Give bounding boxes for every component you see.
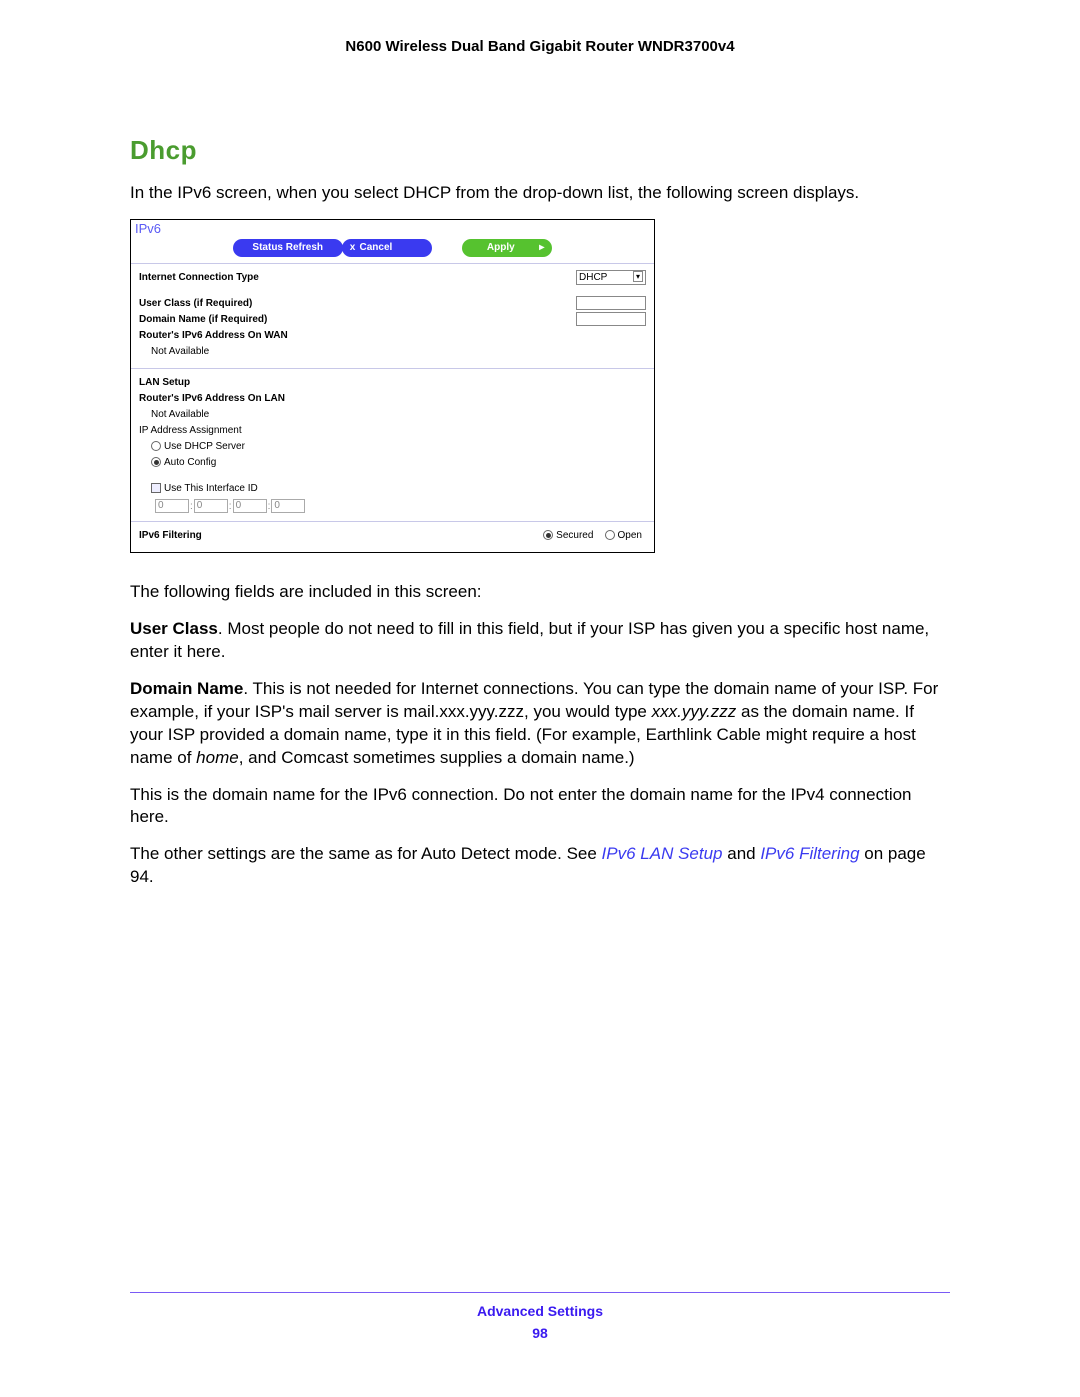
- interface-id-input-4[interactable]: 0: [271, 499, 305, 513]
- page-header-title: N600 Wireless Dual Band Gigabit Router W…: [130, 38, 950, 55]
- use-interface-id-checkbox[interactable]: [151, 483, 161, 493]
- ipv6-filtering-label: IPv6 Filtering: [139, 530, 202, 541]
- ipv6-screenshot: IPv6 Status Refresh xCancel Apply ▸ Inter…: [130, 219, 655, 553]
- section-title-dhcp: Dhcp: [130, 135, 950, 166]
- apply-button[interactable]: Apply ▸: [462, 239, 552, 257]
- auto-config-label: Auto Config: [164, 457, 216, 468]
- lan-section: LAN Setup Router's IPv6 Address On LAN N…: [131, 369, 654, 522]
- status-refresh-button[interactable]: Status Refresh: [233, 239, 343, 257]
- cancel-label: Cancel: [360, 242, 393, 253]
- page-footer: Advanced Settings 98: [130, 1292, 950, 1341]
- connection-type-label: Internet Connection Type: [139, 272, 259, 283]
- auto-config-radio[interactable]: [151, 457, 161, 467]
- intro-text: In the IPv6 screen, when you select DHCP…: [130, 182, 950, 205]
- domain-name-text-3: , and Comcast sometimes supplies a domai…: [239, 748, 635, 767]
- footer-section-title: Advanced Settings: [130, 1303, 950, 1319]
- interface-id-row: 0:0:0:0: [139, 499, 646, 513]
- filtering-section: IPv6 Filtering Secured Open: [131, 522, 654, 552]
- other-settings-paragraph: The other settings are the same as for A…: [130, 843, 950, 889]
- use-dhcp-server-radio[interactable]: [151, 441, 161, 451]
- ip-assignment-label: IP Address Assignment: [139, 423, 646, 439]
- connection-section: Internet Connection Type DHCP ▾ User Cla…: [131, 264, 654, 369]
- user-class-bold: User Class: [130, 619, 218, 638]
- link-ipv6-lan-setup[interactable]: IPv6 LAN Setup: [602, 844, 728, 863]
- wan-addr-value: Not Available: [139, 344, 646, 360]
- footer-page-number: 98: [130, 1325, 950, 1341]
- chevron-down-icon: ▾: [633, 271, 643, 282]
- user-class-text: . Most people do not need to fill in thi…: [130, 619, 929, 661]
- lan-addr-value: Not Available: [139, 407, 646, 423]
- link-ipv6-filtering[interactable]: IPv6 Filtering: [760, 844, 859, 863]
- open-label: Open: [618, 530, 642, 541]
- domain-name-italic-1: xxx.yyy.zzz: [652, 702, 737, 721]
- use-dhcp-server-label: Use DHCP Server: [164, 441, 245, 452]
- connection-type-value: DHCP: [579, 272, 607, 283]
- connection-type-select[interactable]: DHCP ▾: [576, 270, 646, 285]
- user-class-label: User Class (if Required): [139, 298, 252, 309]
- interface-id-input-2[interactable]: 0: [194, 499, 228, 513]
- panel-button-row: Status Refresh xCancel Apply ▸: [131, 237, 654, 264]
- close-icon: x: [346, 239, 360, 257]
- open-radio[interactable]: [605, 530, 615, 540]
- domain-name-paragraph: Domain Name. This is not needed for Inte…: [130, 678, 950, 770]
- apply-label: Apply: [487, 242, 515, 253]
- secured-label: Secured: [556, 530, 593, 541]
- domain-name-bold: Domain Name: [130, 679, 243, 698]
- fields-intro: The following fields are included in thi…: [130, 581, 950, 604]
- domain-name-input[interactable]: [576, 312, 646, 326]
- interface-id-input-1[interactable]: 0: [155, 499, 189, 513]
- lan-setup-title: LAN Setup: [139, 375, 646, 391]
- chevron-right-icon: ▸: [539, 239, 544, 257]
- interface-id-input-3[interactable]: 0: [233, 499, 267, 513]
- user-class-input[interactable]: [576, 296, 646, 310]
- ipv4-note: This is the domain name for the IPv6 con…: [130, 784, 950, 830]
- cancel-button[interactable]: xCancel: [342, 239, 432, 257]
- wan-addr-label: Router's IPv6 Address On WAN: [139, 330, 288, 341]
- domain-name-label: Domain Name (if Required): [139, 314, 267, 325]
- lan-addr-label: Router's IPv6 Address On LAN: [139, 391, 646, 407]
- secured-radio[interactable]: [543, 530, 553, 540]
- panel-title: IPv6: [131, 220, 654, 237]
- user-class-paragraph: User Class. Most people do not need to f…: [130, 618, 950, 664]
- use-interface-id-label: Use This Interface ID: [164, 483, 258, 494]
- other-text-1: The other settings are the same as for A…: [130, 844, 602, 863]
- domain-name-italic-2: home: [196, 748, 239, 767]
- other-text-2: and: [727, 844, 760, 863]
